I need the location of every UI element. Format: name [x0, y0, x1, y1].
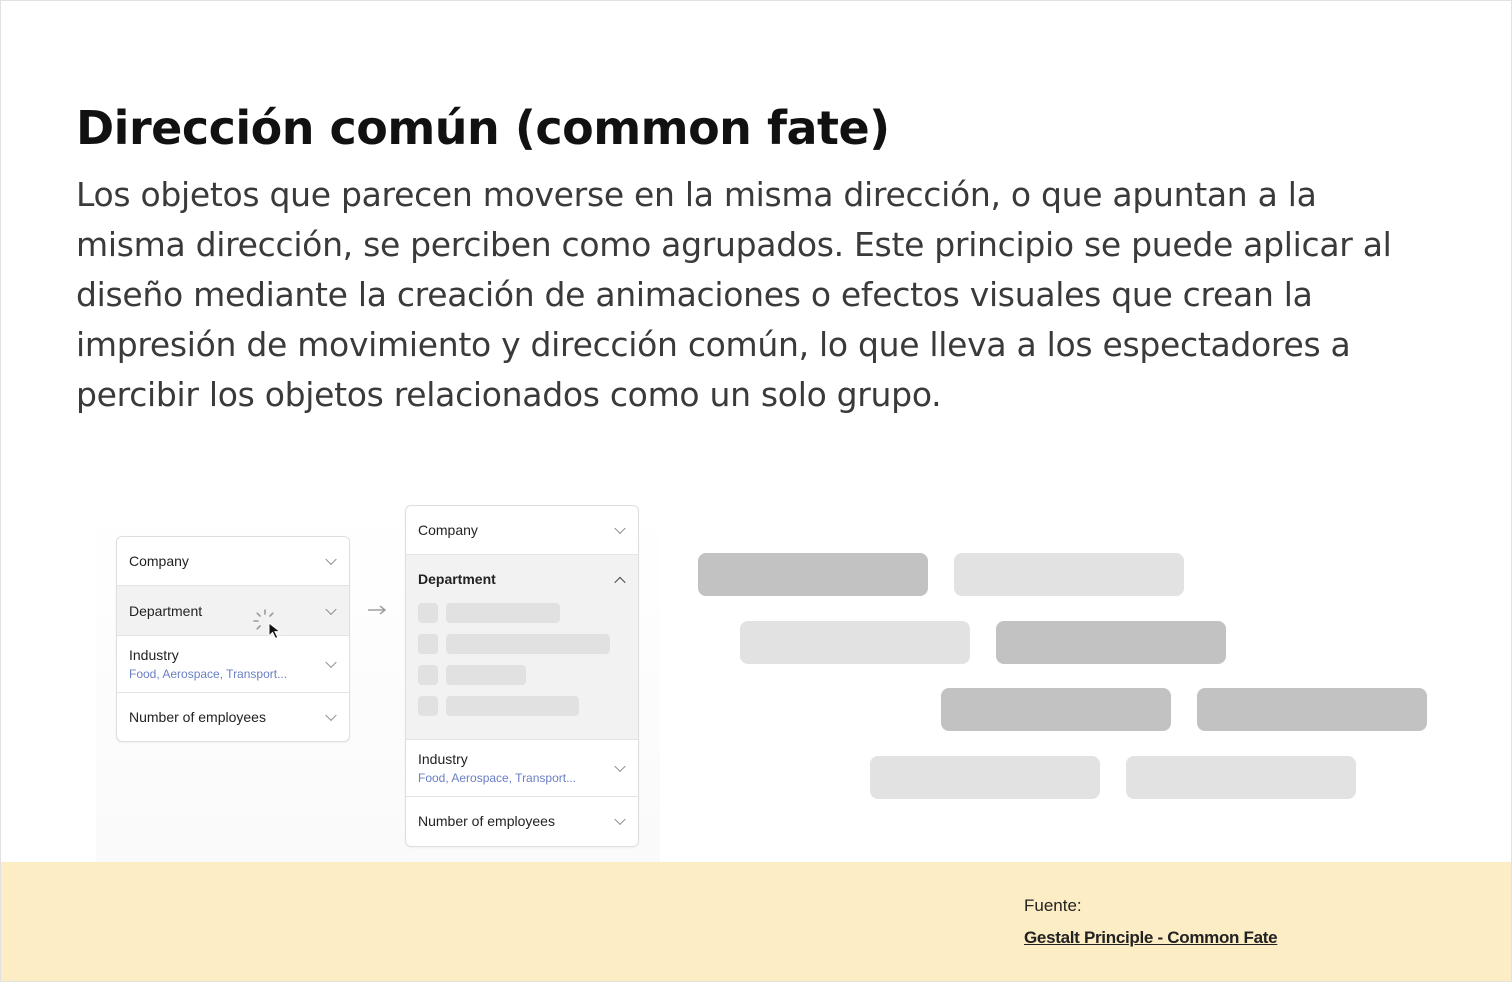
filter-row-employees[interactable]: Number of employees	[117, 693, 349, 741]
source-link[interactable]: Gestalt Principle - Common Fate	[1024, 928, 1278, 948]
skeleton-bar	[446, 696, 579, 716]
filter-row-label: Company	[418, 522, 478, 538]
skeleton-item	[418, 665, 626, 685]
skeleton-bar	[446, 603, 560, 623]
arrow-right-icon	[368, 605, 387, 615]
filter-panel-after: Company Department Industry Food, Aerosp…	[405, 505, 639, 847]
skeleton-checkbox	[418, 696, 438, 716]
skeleton-item	[418, 634, 626, 654]
filter-row-label: Industry	[418, 751, 468, 767]
filter-panel-before: Company Department Industry Food, Aerosp…	[116, 536, 350, 742]
filter-row-label: Industry	[129, 647, 179, 663]
skeleton-checkbox	[418, 665, 438, 685]
skeleton-checkbox	[418, 634, 438, 654]
pill-shape-dark	[996, 621, 1226, 664]
filter-row-label: Department	[418, 571, 496, 587]
filter-row-department[interactable]: Department	[117, 586, 349, 636]
filter-row-department-expanded[interactable]: Department	[406, 555, 638, 740]
footer-band	[1, 862, 1511, 981]
description-text: Los objetos que parecen moverse en la mi…	[76, 175, 1392, 414]
filter-row-label: Company	[129, 553, 189, 569]
pill-shape-light	[740, 621, 970, 664]
pill-shape-dark	[941, 688, 1171, 731]
filter-row-industry[interactable]: Industry Food, Aerospace, Transport...	[117, 636, 349, 693]
skeleton-bar	[446, 665, 526, 685]
page-title: Dirección común (common fate)	[76, 101, 890, 155]
mouse-pointer-icon	[268, 622, 282, 640]
pill-shape-dark	[1197, 688, 1427, 731]
pill-shape-light	[870, 756, 1100, 799]
filter-row-employees[interactable]: Number of employees	[406, 797, 638, 845]
filter-row-value: Food, Aerospace, Transport...	[418, 771, 577, 785]
pill-shape-light	[1126, 756, 1356, 799]
filter-row-industry[interactable]: Industry Food, Aerospace, Transport...	[406, 740, 638, 797]
skeleton-checkbox	[418, 603, 438, 623]
filter-row-label: Number of employees	[418, 813, 555, 829]
filter-row-company[interactable]: Company	[117, 537, 349, 586]
skeleton-bar	[446, 634, 610, 654]
source-label: Fuente:	[1024, 896, 1082, 915]
filter-row-label: Number of employees	[129, 709, 266, 725]
skeleton-item	[418, 603, 626, 623]
filter-row-company[interactable]: Company	[406, 506, 638, 555]
filter-row-label: Department	[129, 602, 203, 619]
pill-shape-dark	[698, 553, 928, 596]
filter-row-value: Food, Aerospace, Transport...	[129, 667, 288, 681]
pill-shape-light	[954, 553, 1184, 596]
skeleton-item	[418, 696, 626, 716]
skeleton-list	[418, 603, 626, 716]
